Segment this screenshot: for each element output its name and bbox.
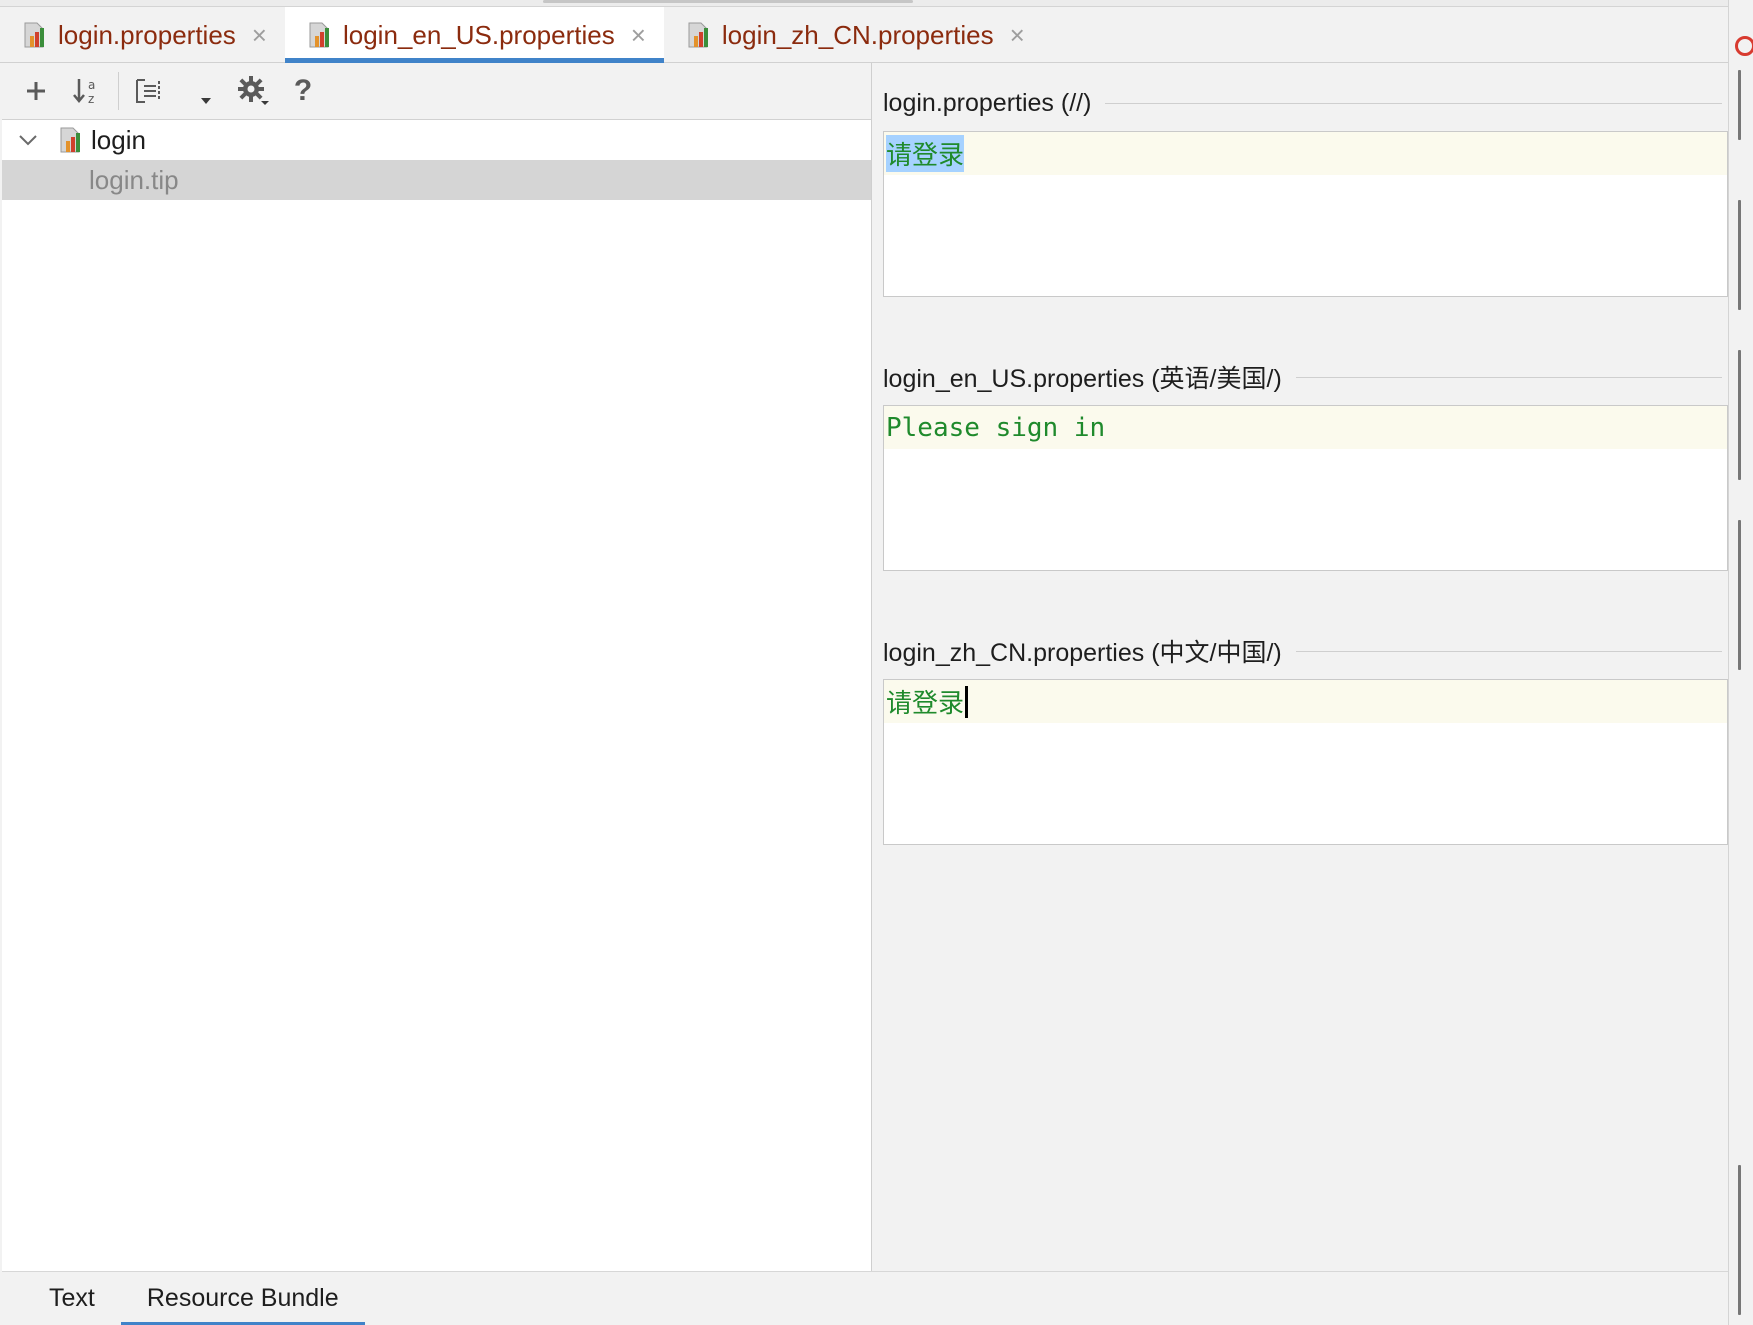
tab-label: login_zh_CN.properties: [721, 19, 994, 50]
text-caret: [965, 685, 969, 718]
value-text: 请登录: [886, 135, 965, 172]
tab-label: login_en_US.properties: [342, 19, 615, 50]
tab-login-zh-cn-properties[interactable]: login_zh_CN.properties ×: [664, 7, 1043, 63]
resource-bundle-file-icon: [688, 22, 708, 48]
section-login-zh-cn-properties: login_zh_CN.properties (中文/中国/) 请登录: [883, 631, 1728, 845]
tree-node-label: login.tip: [89, 164, 179, 195]
close-icon[interactable]: ×: [252, 22, 267, 48]
chevron-down-icon: [201, 98, 211, 104]
section-login-properties: login.properties (//) 请登录: [883, 83, 1728, 297]
section-title: login.properties (//): [883, 88, 1092, 117]
tool-window-button[interactable]: [1738, 520, 1741, 670]
horizontal-scrollbar-thumb[interactable]: [543, 0, 913, 3]
resource-bundle-file-icon: [309, 22, 329, 48]
group-by-prefix-icon: [136, 79, 160, 103]
bundle-structure-panel: a z ? login login.tip: [2, 63, 872, 1271]
help-button[interactable]: ?: [283, 71, 323, 111]
gear-icon: [238, 76, 269, 105]
section-header: login.properties (//): [883, 83, 1728, 123]
svg-text:a: a: [88, 78, 95, 92]
settings-button[interactable]: [233, 71, 273, 111]
section-header: login_en_US.properties (英语/美国/): [883, 357, 1728, 397]
value-text: 请登录: [886, 689, 965, 719]
group-by-prefix-button[interactable]: [129, 71, 169, 111]
chevron-down-icon[interactable]: [16, 128, 40, 152]
svg-text:z: z: [88, 92, 94, 106]
tool-window-button[interactable]: [1738, 200, 1741, 310]
resource-bundle-file-icon: [24, 22, 44, 48]
tree-node-login-tip[interactable]: login.tip: [2, 160, 871, 200]
current-line: Please sign in: [884, 406, 1727, 449]
group-options-dropdown[interactable]: [197, 71, 215, 111]
right-tool-window-strip: [1728, 0, 1753, 1325]
resource-bundle-icon: [60, 127, 80, 153]
section-login-en-us-properties: login_en_US.properties (英语/美国/) Please s…: [883, 357, 1728, 571]
tab-label: Text: [49, 1284, 95, 1312]
divider: [1295, 650, 1722, 652]
tree-node-login[interactable]: login: [2, 120, 871, 160]
toolbar-separator: [118, 72, 119, 110]
section-header: login_zh_CN.properties (中文/中国/): [883, 631, 1728, 671]
plus-icon: [27, 82, 45, 100]
close-icon[interactable]: ×: [631, 22, 646, 48]
editor-tab-bar: login.properties × login_en_US.propertie…: [0, 7, 1728, 63]
section-title: login_zh_CN.properties (中文/中国/): [883, 639, 1282, 667]
current-line: 请登录: [884, 680, 1727, 723]
value-editor-default[interactable]: 请登录: [883, 131, 1728, 297]
tab-login-properties[interactable]: login.properties ×: [0, 7, 285, 63]
sort-alphabetically-button[interactable]: a z: [66, 71, 106, 111]
bundle-toolbar: a z ?: [2, 63, 871, 120]
top-scroll-area: [0, 0, 1728, 7]
tab-text[interactable]: Text: [23, 1272, 121, 1325]
tab-label: login.properties: [58, 19, 236, 50]
tool-window-button[interactable]: [1738, 70, 1741, 140]
tab-resource-bundle[interactable]: Resource Bundle: [120, 1272, 365, 1325]
sort-alphabetically-icon: a z: [73, 78, 95, 106]
property-values-panel: login.properties (//) 请登录 login_en_US.pr…: [873, 63, 1728, 1271]
notification-icon[interactable]: [1735, 36, 1753, 56]
editor-mode-tabs: Text Resource Bundle: [2, 1271, 1728, 1325]
add-property-button[interactable]: [16, 71, 56, 111]
divider: [1295, 376, 1722, 378]
current-line: 请登录: [884, 132, 1727, 175]
tab-label: Resource Bundle: [146, 1284, 339, 1312]
bundle-tree: login login.tip: [2, 120, 871, 200]
ide-window: login.properties × login_en_US.propertie…: [0, 0, 1753, 1325]
divider: [1105, 102, 1722, 104]
help-icon: ?: [293, 74, 313, 107]
tree-node-label: login: [91, 124, 146, 155]
close-icon[interactable]: ×: [1010, 22, 1025, 48]
tab-login-en-us-properties[interactable]: login_en_US.properties ×: [284, 7, 664, 63]
value-editor-en-us[interactable]: Please sign in: [883, 405, 1728, 571]
value-text: Please sign in: [886, 412, 1106, 443]
tool-window-button[interactable]: [1738, 1165, 1741, 1315]
tool-window-button[interactable]: [1738, 350, 1741, 480]
value-editor-zh-cn[interactable]: 请登录: [883, 679, 1728, 845]
section-title: login_en_US.properties (英语/美国/): [883, 365, 1282, 393]
